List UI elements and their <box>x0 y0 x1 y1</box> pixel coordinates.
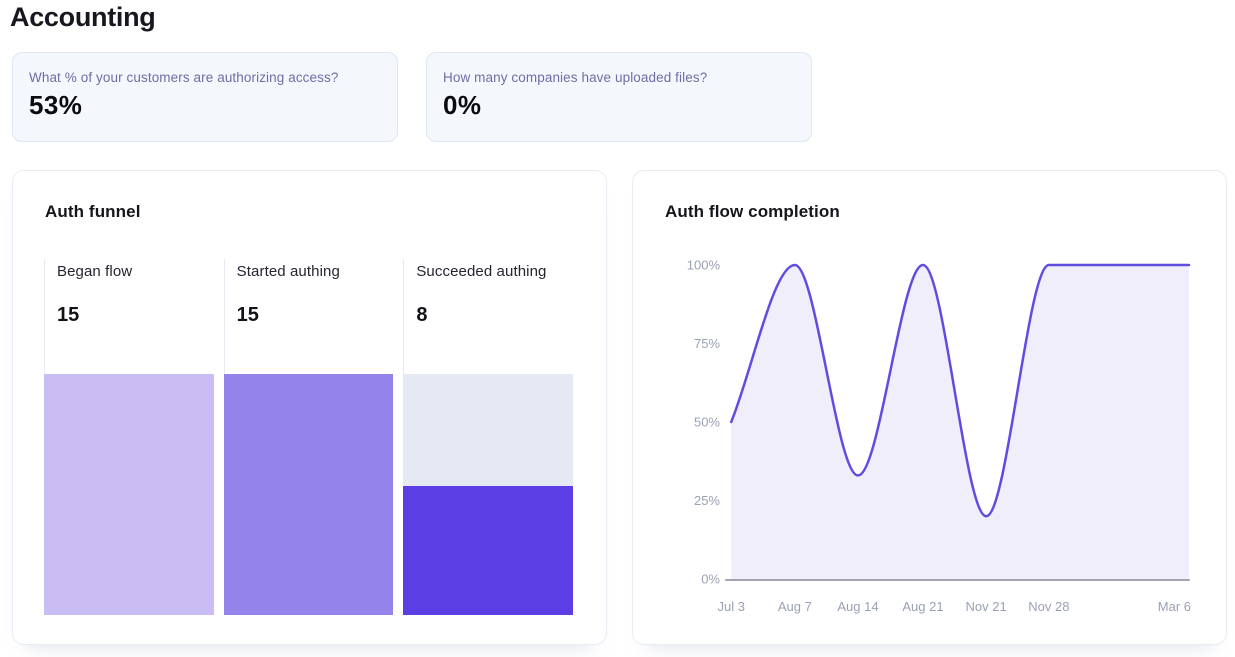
funnel-columns: Began flow 15 Started authing 15 Succeed… <box>44 259 573 615</box>
auth-funnel-card: Auth funnel Began flow 15 Started authin… <box>12 170 607 645</box>
funnel-bar-fill <box>403 486 573 615</box>
x-axis-label: Aug 21 <box>902 599 943 614</box>
x-axis-label: Aug 14 <box>837 599 878 614</box>
funnel-column-began-flow: Began flow 15 <box>44 259 214 615</box>
funnel-title: Auth funnel <box>45 202 141 222</box>
x-axis-label: Aug 7 <box>778 599 812 614</box>
stat-question: What % of your customers are authorizing… <box>29 70 381 85</box>
funnel-step-value: 8 <box>416 304 573 327</box>
funnel-step-value: 15 <box>237 304 394 327</box>
y-axis-label: 25% <box>694 493 720 508</box>
auth-flow-completion-card: Auth flow completion 100%75%50%25%0%Jul … <box>632 170 1227 645</box>
stat-value: 0% <box>443 90 795 121</box>
completion-chart: 100% 75% 50% 25% 0% Jul 3 Aug 7 Aug 14 Aug 21 Nov… <box>633 171 1228 646</box>
stat-card-auth-percent: What % of your customers are authorizing… <box>12 52 398 142</box>
x-axis-label: Mar 6 <box>1158 599 1191 614</box>
funnel-step-label: Started authing <box>237 263 394 280</box>
stat-card-uploaded-files: How many companies have uploaded files? … <box>426 52 812 142</box>
page-title: Accounting <box>10 2 156 33</box>
stat-value: 53% <box>29 90 381 121</box>
x-axis-label: Nov 28 <box>1028 599 1069 614</box>
y-axis-label: 0% <box>701 572 720 587</box>
funnel-bar-fill <box>224 374 394 615</box>
y-axis-label: 75% <box>694 336 720 351</box>
funnel-bar-track <box>403 374 573 615</box>
funnel-bar-track <box>44 374 214 615</box>
y-axis-label: 100% <box>687 258 721 273</box>
x-axis-label: Nov 21 <box>966 599 1007 614</box>
funnel-column-started-authing: Started authing 15 <box>224 259 394 615</box>
x-axis-label: Jul 3 <box>717 599 744 614</box>
funnel-step-label: Succeeded authing <box>416 263 573 280</box>
funnel-column-succeeded-authing: Succeeded authing 8 <box>403 259 573 615</box>
funnel-bar-fill <box>44 374 214 615</box>
funnel-step-label: Began flow <box>57 263 214 280</box>
funnel-bar-track <box>224 374 394 615</box>
stat-question: How many companies have uploaded files? <box>443 70 795 85</box>
funnel-step-value: 15 <box>57 304 214 327</box>
y-axis-label: 50% <box>694 415 720 430</box>
